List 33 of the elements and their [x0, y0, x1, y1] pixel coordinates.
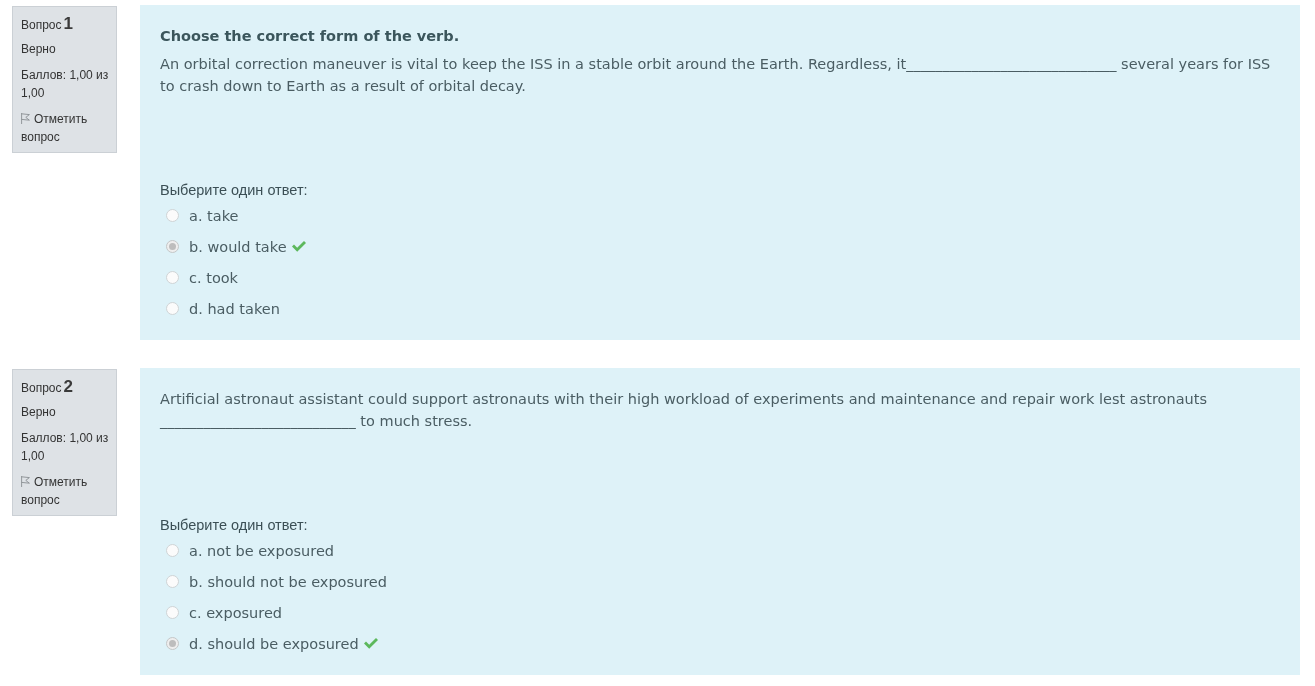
answer-label: b. should not be exposured [189, 573, 387, 590]
radio-button[interactable] [166, 606, 179, 619]
answer-label: c. took [189, 269, 238, 286]
question-text: An orbital correction maneuver is vital to keep the ISS in a stable orbit around the Earth. Regardless, it_____________________________ several years for ISS to crash down to Earth as a result of orbital decay. [160, 55, 1272, 96]
question-state: Верно [21, 42, 56, 56]
question-text: Artificial astronaut assistant could support astronauts with their high workload of experiments and maintenance and repair work lest astronauts ___________________________ to much stress. [160, 390, 1208, 431]
answer-prompt: Выберите один ответ: [160, 516, 309, 535]
answer-label: c. exposured [189, 604, 283, 621]
flag-icon [21, 476, 30, 487]
radio-button[interactable] [166, 544, 179, 557]
question-label: Вопрос [21, 380, 62, 397]
radio-button[interactable] [166, 240, 179, 253]
question-state: Верно [21, 405, 56, 419]
radio-button[interactable] [166, 575, 179, 588]
question-label: Вопрос [21, 17, 62, 34]
answer-label: d. should be exposured [189, 635, 359, 652]
question-number: 2 [63, 378, 73, 396]
grade-text: Баллов: 1,00 из 1,00 [21, 68, 109, 100]
grade-text: Баллов: 1,00 из 1,00 [21, 431, 109, 463]
radio-button[interactable] [166, 271, 179, 284]
radio-button[interactable] [166, 302, 179, 315]
question-number: 1 [63, 15, 73, 33]
answer-label: a. not be exposured [189, 542, 335, 559]
answer-label: b. would take [189, 238, 287, 255]
flag-question-link[interactable]: Отметить вопрос [21, 473, 113, 509]
radio-button[interactable] [166, 637, 179, 650]
radio-button[interactable] [166, 209, 179, 222]
answer-label: a. take [189, 207, 239, 224]
question-instruction: Choose the correct form of the verb. [160, 27, 461, 46]
answer-label: d. had taken [189, 300, 280, 317]
flag-icon [21, 113, 30, 124]
answer-prompt: Выберите один ответ: [160, 181, 309, 200]
flag-question-link[interactable]: Отметить вопрос [21, 110, 113, 146]
